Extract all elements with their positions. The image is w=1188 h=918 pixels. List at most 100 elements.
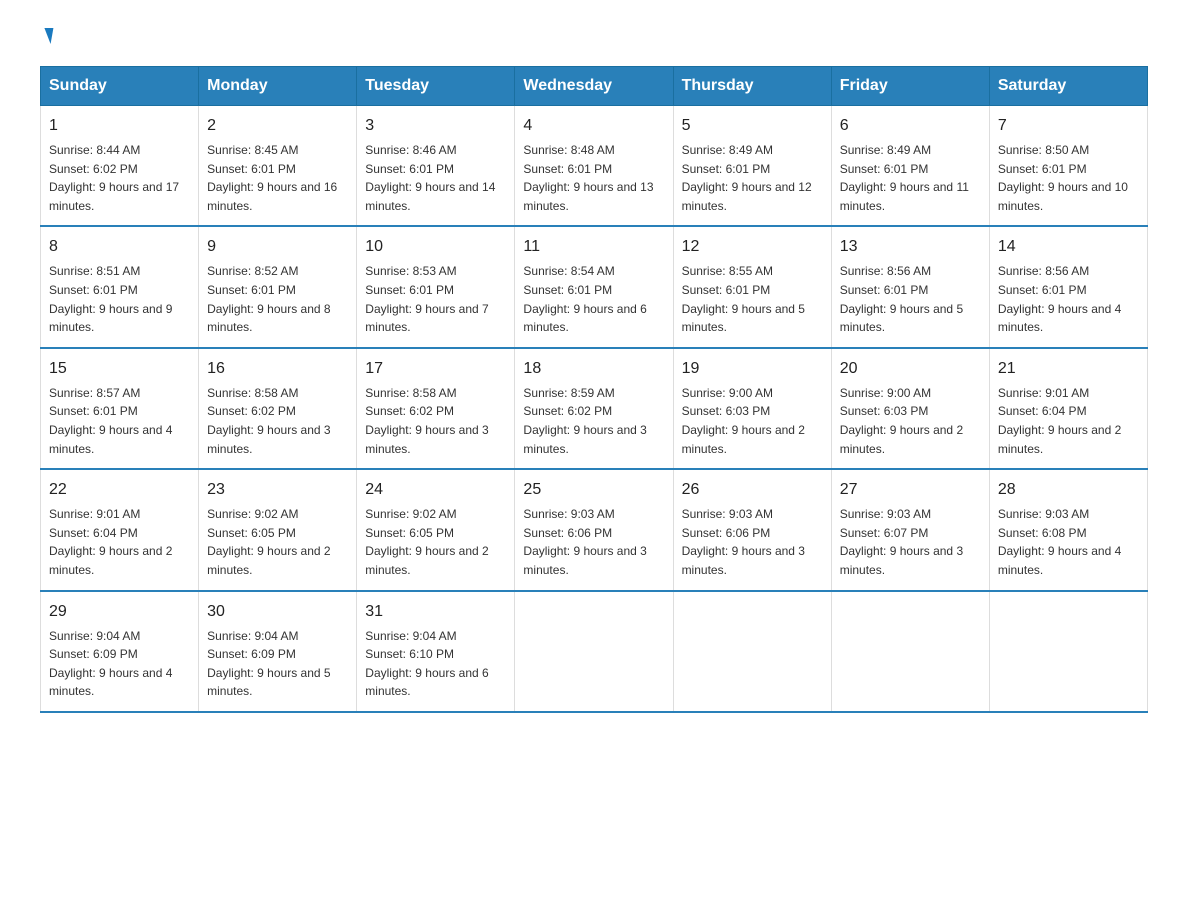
day-info: Sunrise: 9:02 AM Sunset: 6:05 PM Dayligh… xyxy=(207,505,348,579)
calendar-week-row: 29 Sunrise: 9:04 AM Sunset: 6:09 PM Dayl… xyxy=(41,591,1148,712)
calendar-cell: 29 Sunrise: 9:04 AM Sunset: 6:09 PM Dayl… xyxy=(41,591,199,712)
sunrise-label: Sunrise: 9:00 AM xyxy=(682,386,773,400)
day-number: 31 xyxy=(365,600,506,624)
sunset-label: Sunset: 6:02 PM xyxy=(207,404,296,418)
sunrise-label: Sunrise: 8:44 AM xyxy=(49,143,140,157)
day-number: 9 xyxy=(207,235,348,259)
sunrise-label: Sunrise: 8:53 AM xyxy=(365,264,456,278)
calendar-table: SundayMondayTuesdayWednesdayThursdayFrid… xyxy=(40,66,1148,713)
day-info: Sunrise: 8:52 AM Sunset: 6:01 PM Dayligh… xyxy=(207,262,348,336)
day-number: 10 xyxy=(365,235,506,259)
day-number: 11 xyxy=(523,235,664,259)
sunrise-label: Sunrise: 9:04 AM xyxy=(49,629,140,643)
day-info: Sunrise: 8:54 AM Sunset: 6:01 PM Dayligh… xyxy=(523,262,664,336)
sunrise-label: Sunrise: 8:57 AM xyxy=(49,386,140,400)
day-info: Sunrise: 9:00 AM Sunset: 6:03 PM Dayligh… xyxy=(682,384,823,458)
sunset-label: Sunset: 6:01 PM xyxy=(998,162,1087,176)
daylight-label: Daylight: 9 hours and 3 minutes. xyxy=(207,423,330,456)
sunset-label: Sunset: 6:03 PM xyxy=(682,404,771,418)
calendar-cell: 27 Sunrise: 9:03 AM Sunset: 6:07 PM Dayl… xyxy=(831,469,989,590)
day-number: 23 xyxy=(207,478,348,502)
day-info: Sunrise: 9:04 AM Sunset: 6:09 PM Dayligh… xyxy=(49,627,190,701)
daylight-label: Daylight: 9 hours and 12 minutes. xyxy=(682,180,812,213)
sunrise-label: Sunrise: 8:49 AM xyxy=(840,143,931,157)
calendar-cell: 16 Sunrise: 8:58 AM Sunset: 6:02 PM Dayl… xyxy=(199,348,357,469)
calendar-week-row: 22 Sunrise: 9:01 AM Sunset: 6:04 PM Dayl… xyxy=(41,469,1148,590)
sunrise-label: Sunrise: 9:00 AM xyxy=(840,386,931,400)
sunrise-label: Sunrise: 8:58 AM xyxy=(365,386,456,400)
sunset-label: Sunset: 6:03 PM xyxy=(840,404,929,418)
sunrise-label: Sunrise: 9:03 AM xyxy=(682,507,773,521)
sunrise-label: Sunrise: 8:56 AM xyxy=(840,264,931,278)
daylight-label: Daylight: 9 hours and 2 minutes. xyxy=(840,423,963,456)
day-info: Sunrise: 9:00 AM Sunset: 6:03 PM Dayligh… xyxy=(840,384,981,458)
sunset-label: Sunset: 6:01 PM xyxy=(49,283,138,297)
daylight-label: Daylight: 9 hours and 4 minutes. xyxy=(998,302,1121,335)
day-number: 4 xyxy=(523,114,664,138)
sunrise-label: Sunrise: 8:52 AM xyxy=(207,264,298,278)
sunrise-label: Sunrise: 8:55 AM xyxy=(682,264,773,278)
daylight-label: Daylight: 9 hours and 3 minutes. xyxy=(682,544,805,577)
calendar-cell: 2 Sunrise: 8:45 AM Sunset: 6:01 PM Dayli… xyxy=(199,106,357,227)
sunset-label: Sunset: 6:01 PM xyxy=(365,283,454,297)
daylight-label: Daylight: 9 hours and 6 minutes. xyxy=(523,302,646,335)
sunset-label: Sunset: 6:05 PM xyxy=(365,526,454,540)
daylight-label: Daylight: 9 hours and 4 minutes. xyxy=(49,423,172,456)
calendar-cell: 18 Sunrise: 8:59 AM Sunset: 6:02 PM Dayl… xyxy=(515,348,673,469)
daylight-label: Daylight: 9 hours and 5 minutes. xyxy=(682,302,805,335)
sunrise-label: Sunrise: 8:56 AM xyxy=(998,264,1089,278)
calendar-cell: 28 Sunrise: 9:03 AM Sunset: 6:08 PM Dayl… xyxy=(989,469,1147,590)
day-number: 27 xyxy=(840,478,981,502)
calendar-cell: 20 Sunrise: 9:00 AM Sunset: 6:03 PM Dayl… xyxy=(831,348,989,469)
sunrise-label: Sunrise: 8:46 AM xyxy=(365,143,456,157)
calendar-cell: 13 Sunrise: 8:56 AM Sunset: 6:01 PM Dayl… xyxy=(831,226,989,347)
day-info: Sunrise: 8:58 AM Sunset: 6:02 PM Dayligh… xyxy=(207,384,348,458)
calendar-cell: 17 Sunrise: 8:58 AM Sunset: 6:02 PM Dayl… xyxy=(357,348,515,469)
daylight-label: Daylight: 9 hours and 5 minutes. xyxy=(840,302,963,335)
day-number: 24 xyxy=(365,478,506,502)
daylight-label: Daylight: 9 hours and 5 minutes. xyxy=(207,666,330,699)
day-number: 12 xyxy=(682,235,823,259)
day-number: 21 xyxy=(998,357,1139,381)
daylight-label: Daylight: 9 hours and 2 minutes. xyxy=(682,423,805,456)
sunset-label: Sunset: 6:01 PM xyxy=(840,283,929,297)
calendar-cell xyxy=(673,591,831,712)
sunset-label: Sunset: 6:01 PM xyxy=(840,162,929,176)
sunset-label: Sunset: 6:01 PM xyxy=(207,283,296,297)
sunset-label: Sunset: 6:06 PM xyxy=(682,526,771,540)
sunset-label: Sunset: 6:07 PM xyxy=(840,526,929,540)
day-number: 17 xyxy=(365,357,506,381)
day-number: 5 xyxy=(682,114,823,138)
day-info: Sunrise: 8:49 AM Sunset: 6:01 PM Dayligh… xyxy=(682,141,823,215)
sunrise-label: Sunrise: 8:45 AM xyxy=(207,143,298,157)
sunrise-label: Sunrise: 9:02 AM xyxy=(207,507,298,521)
daylight-label: Daylight: 9 hours and 4 minutes. xyxy=(49,666,172,699)
calendar-cell: 22 Sunrise: 9:01 AM Sunset: 6:04 PM Dayl… xyxy=(41,469,199,590)
daylight-label: Daylight: 9 hours and 2 minutes. xyxy=(207,544,330,577)
sunrise-label: Sunrise: 8:51 AM xyxy=(49,264,140,278)
calendar-cell: 24 Sunrise: 9:02 AM Sunset: 6:05 PM Dayl… xyxy=(357,469,515,590)
daylight-label: Daylight: 9 hours and 10 minutes. xyxy=(998,180,1128,213)
day-number: 26 xyxy=(682,478,823,502)
day-number: 20 xyxy=(840,357,981,381)
sunset-label: Sunset: 6:01 PM xyxy=(682,283,771,297)
calendar-cell: 26 Sunrise: 9:03 AM Sunset: 6:06 PM Dayl… xyxy=(673,469,831,590)
column-header-wednesday: Wednesday xyxy=(515,67,673,106)
calendar-cell: 25 Sunrise: 9:03 AM Sunset: 6:06 PM Dayl… xyxy=(515,469,673,590)
calendar-cell: 21 Sunrise: 9:01 AM Sunset: 6:04 PM Dayl… xyxy=(989,348,1147,469)
sunrise-label: Sunrise: 8:50 AM xyxy=(998,143,1089,157)
day-info: Sunrise: 8:56 AM Sunset: 6:01 PM Dayligh… xyxy=(998,262,1139,336)
sunset-label: Sunset: 6:01 PM xyxy=(365,162,454,176)
sunset-label: Sunset: 6:10 PM xyxy=(365,647,454,661)
sunset-label: Sunset: 6:01 PM xyxy=(207,162,296,176)
logo-triangle-icon xyxy=(42,28,54,44)
calendar-cell: 5 Sunrise: 8:49 AM Sunset: 6:01 PM Dayli… xyxy=(673,106,831,227)
sunset-label: Sunset: 6:01 PM xyxy=(523,162,612,176)
sunrise-label: Sunrise: 9:03 AM xyxy=(998,507,1089,521)
day-info: Sunrise: 8:58 AM Sunset: 6:02 PM Dayligh… xyxy=(365,384,506,458)
sunrise-label: Sunrise: 9:01 AM xyxy=(49,507,140,521)
calendar-cell xyxy=(831,591,989,712)
daylight-label: Daylight: 9 hours and 6 minutes. xyxy=(365,666,488,699)
sunset-label: Sunset: 6:08 PM xyxy=(998,526,1087,540)
day-info: Sunrise: 9:04 AM Sunset: 6:09 PM Dayligh… xyxy=(207,627,348,701)
